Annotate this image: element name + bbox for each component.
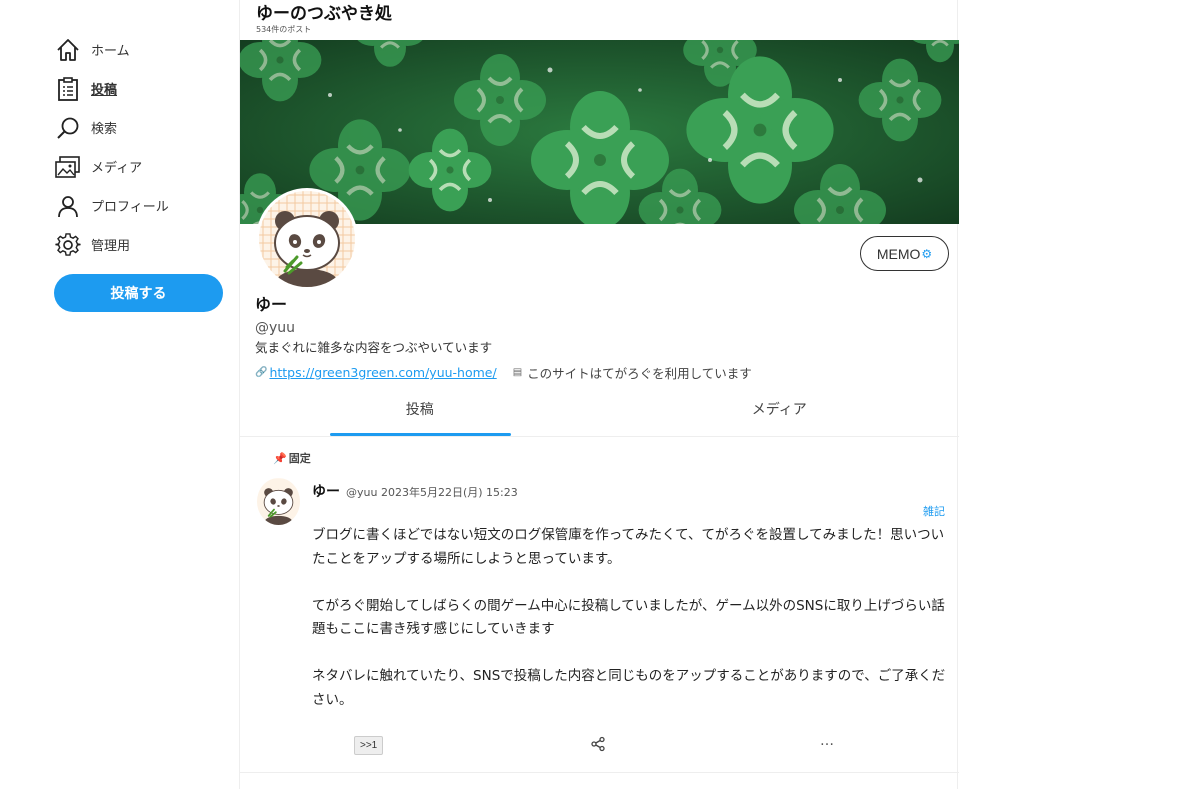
pinned-label: 固定 — [288, 452, 311, 465]
post-paragraph: てがろぐ開始してしばらくの間ゲーム中心に投稿していましたが、ゲーム以外のSNSに… — [312, 597, 945, 638]
sidebar-item-posts[interactable]: 投稿 — [54, 69, 224, 108]
sidebar-item-profile[interactable]: プロフィール — [54, 186, 224, 225]
post-paragraph: ネタバレに触れていたり、SNSで投稿した内容と同じものをアップすることがあります… — [312, 668, 946, 708]
profile-website-link[interactable]: https://green3green.com/yuu-home/ — [269, 365, 496, 380]
link-icon: 🔗 — [255, 367, 268, 378]
post-actions: >>1 … — [240, 733, 959, 758]
post-header: ゆー @yuu 2023年5月22日(月) 15:23 — [312, 481, 518, 501]
search-icon — [54, 114, 82, 142]
tab-media[interactable]: メディア — [600, 388, 960, 436]
post-category-link[interactable]: 雑記 — [923, 503, 945, 519]
memo-button-label: MEMO — [876, 245, 921, 262]
new-post-button[interactable]: 投稿する — [54, 274, 223, 312]
profile-banner — [240, 40, 959, 224]
panda-avatar-image — [257, 478, 300, 525]
panda-avatar-image — [259, 191, 355, 287]
sidebar-item-media[interactable]: メディア — [54, 147, 224, 186]
profile-avatar[interactable] — [256, 188, 358, 290]
pinned-indicator: 📌 固定 — [273, 450, 311, 466]
more-options-button[interactable]: … — [820, 733, 835, 749]
profile-links: 🔗 https://green3green.com/yuu-home/ ▤ この… — [255, 363, 945, 382]
sidebar-item-label: メディア — [91, 161, 143, 176]
main-column: ゆーのつぶやき処 534件のポスト MEMO ⚙ ゆー @yuu 気まぐれに雑多… — [239, 0, 959, 789]
pin-icon: 📌 — [273, 451, 287, 465]
gear-icon — [54, 231, 82, 259]
sidebar-item-label: 投稿 — [91, 83, 118, 98]
sidebar-item-label: プロフィール — [91, 200, 169, 215]
user-icon — [54, 192, 82, 220]
sidebar-item-label: 管理用 — [91, 239, 131, 254]
memo-button[interactable]: MEMO ⚙ — [860, 236, 949, 271]
profile-tabs: 投稿 メディア — [240, 388, 959, 437]
page-title: ゆーのつぶやき処 — [256, 4, 392, 24]
clover-banner-image — [240, 40, 959, 224]
home-icon — [54, 36, 82, 64]
page-header: ゆーのつぶやき処 534件のポスト — [240, 0, 957, 40]
post-count: 534件のポスト — [256, 25, 312, 34]
post-meta[interactable]: @yuu 2023年5月22日(月) 15:23 — [346, 484, 518, 500]
tab-posts[interactable]: 投稿 — [240, 388, 600, 436]
profile-handle: @yuu — [255, 320, 296, 336]
document-icon: ▤ — [512, 367, 523, 378]
sidebar-item-home[interactable]: ホーム — [54, 30, 224, 69]
share-icon[interactable] — [590, 736, 608, 754]
sidebar: ホーム 投稿 検索 メディア プロフィール 管理用 投稿する — [54, 30, 224, 312]
post-body: ブログに書くほどではない短文のログ保管庫を作ってみたくて、てがろぐを設置してみま… — [312, 524, 952, 736]
sidebar-item-search[interactable]: 検索 — [54, 108, 224, 147]
gear-icon: ⚙ — [921, 246, 933, 261]
post-paragraph: ブログに書くほどではない短文のログ保管庫を作ってみたくて、てがろぐを設置してみま… — [312, 527, 945, 567]
post-avatar[interactable] — [257, 478, 300, 525]
profile-bio: 気まぐれに雑多な内容をつぶやいています — [255, 340, 493, 355]
sidebar-item-label: ホーム — [91, 44, 130, 59]
post-author: ゆー — [312, 484, 340, 500]
usage-note: ▤ このサイトはてがろぐを利用しています — [513, 363, 752, 382]
reply-button[interactable]: >>1 — [354, 736, 384, 755]
sidebar-item-admin[interactable]: 管理用 — [54, 225, 224, 264]
media-icon — [54, 153, 82, 181]
profile-name: ゆー — [255, 295, 288, 314]
sidebar-item-label: 検索 — [91, 122, 118, 137]
pinned-post: 📌 固定 ゆー @yuu 2023年5月22日(月) 15:23 雑記 ブログに… — [240, 437, 959, 773]
usage-note-text: このサイトはてがろぐを利用しています — [527, 366, 752, 381]
profile-info: ゆー @yuu 気まぐれに雑多な内容をつぶやいています 🔗 https://gr… — [255, 294, 945, 382]
clipboard-icon — [54, 75, 82, 103]
